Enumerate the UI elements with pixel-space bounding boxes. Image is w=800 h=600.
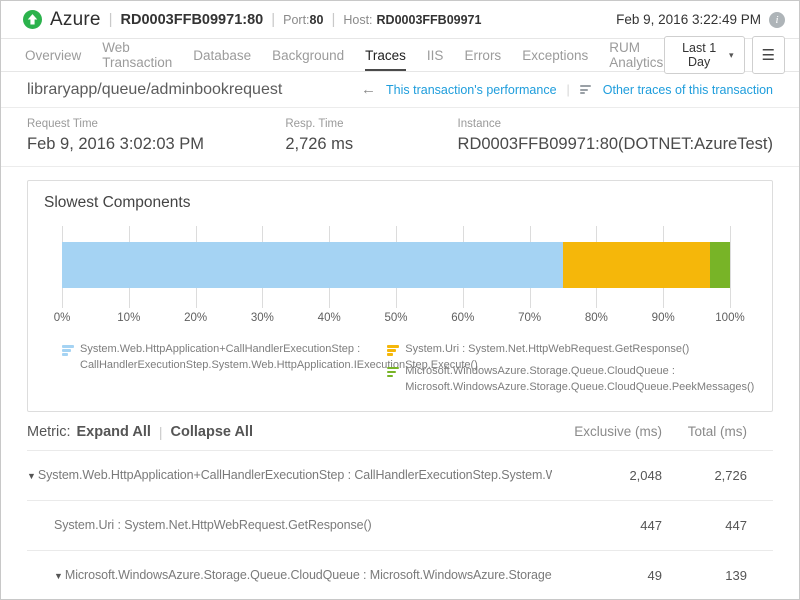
top-header: Azure | RD0003FFB09971:80 | Port: 80 | H… bbox=[1, 1, 799, 39]
legend-label: Microsoft.WindowsAzure.Storage.Queue.Clo… bbox=[405, 364, 754, 396]
x-axis: 0% 10% 20% 30% 40% 50% 60% 70% 80% 90% 1… bbox=[62, 312, 730, 330]
legend-label: System.Uri : System.Net.HttpWebRequest.G… bbox=[405, 342, 689, 358]
column-header-exclusive: Exclusive (ms) bbox=[552, 424, 662, 439]
separator: | bbox=[109, 11, 113, 28]
chart-title: Slowest Components bbox=[44, 194, 756, 212]
trace-list-icon bbox=[580, 85, 591, 94]
request-time-label: Request Time bbox=[27, 118, 285, 130]
host-value: RD0003FFB09971 bbox=[377, 13, 482, 27]
monitor-name: RD0003FFB09971:80 bbox=[121, 12, 264, 28]
instance-label: Instance bbox=[458, 118, 773, 130]
tab-rum-analytics[interactable]: RUM Analytics bbox=[609, 39, 664, 71]
collapse-row-icon[interactable]: ▼ bbox=[54, 571, 63, 581]
expand-all-button[interactable]: Expand All bbox=[77, 424, 151, 440]
separator: | bbox=[271, 11, 275, 28]
stacked-bar bbox=[62, 242, 730, 288]
table-row[interactable]: ▼ System.Web.HttpApplication+CallHandler… bbox=[27, 450, 773, 500]
separator: | bbox=[159, 424, 163, 440]
request-time-value: Feb 9, 2016 3:02:03 PM bbox=[27, 135, 285, 154]
x-tick: 30% bbox=[251, 312, 274, 324]
total-ms: 447 bbox=[662, 518, 773, 533]
tab-background[interactable]: Background bbox=[272, 39, 344, 71]
metric-name: Microsoft.WindowsAzure.Storage.Queue.Clo… bbox=[65, 568, 552, 582]
back-arrow-icon: ← bbox=[361, 81, 376, 98]
separator: | bbox=[567, 83, 570, 97]
x-tick: 20% bbox=[184, 312, 207, 324]
x-tick: 60% bbox=[451, 312, 474, 324]
table-row[interactable]: ▼ Microsoft.WindowsAzure.Storage.Queue.C… bbox=[27, 550, 773, 600]
exclusive-ms: 49 bbox=[552, 568, 662, 583]
series-swatch-icon bbox=[387, 367, 399, 378]
slowest-components-panel: Slowest Components 0% 10% 20% 30% 40 bbox=[27, 180, 773, 412]
trace-header: libraryapp/queue/adminbookrequest ← This… bbox=[1, 72, 799, 108]
total-ms: 2,726 bbox=[662, 468, 773, 483]
series-swatch-icon bbox=[62, 345, 74, 356]
tab-overview[interactable]: Overview bbox=[25, 39, 81, 71]
tab-exceptions[interactable]: Exceptions bbox=[522, 39, 588, 71]
response-time-label: Resp. Time bbox=[285, 118, 457, 130]
legend-item-execute: System.Web.HttpApplication+CallHandlerEx… bbox=[62, 342, 373, 374]
legend-item-peekmessages: Microsoft.WindowsAzure.Storage.Queue.Clo… bbox=[387, 364, 754, 396]
info-icon[interactable]: i bbox=[769, 12, 785, 28]
bar-segment-execute[interactable] bbox=[62, 242, 563, 288]
exclusive-ms: 447 bbox=[552, 518, 662, 533]
x-tick: 70% bbox=[518, 312, 541, 324]
tab-web-transaction[interactable]: Web Transaction bbox=[102, 39, 172, 71]
response-time-value: 2,726 ms bbox=[285, 135, 457, 154]
exclusive-ms: 2,048 bbox=[552, 468, 662, 483]
time-range-dropdown[interactable]: Last 1 Day ▾ bbox=[664, 36, 744, 74]
metric-table: Metric: Expand All | Collapse All Exclus… bbox=[1, 412, 799, 600]
gridline bbox=[730, 226, 731, 308]
transaction-performance-link[interactable]: This transaction's performance bbox=[386, 83, 557, 97]
tab-database[interactable]: Database bbox=[193, 39, 251, 71]
port-value: 80 bbox=[310, 13, 324, 27]
instance-value: RD0003FFB09971:80(DOTNET:AzureTest) bbox=[458, 135, 773, 154]
stacked-bar-chart bbox=[62, 226, 730, 308]
brand-logo-icon bbox=[23, 10, 42, 29]
x-tick: 90% bbox=[652, 312, 675, 324]
series-swatch-icon bbox=[387, 345, 399, 356]
hamburger-menu-button[interactable]: ☰ bbox=[752, 36, 785, 74]
x-tick: 40% bbox=[318, 312, 341, 324]
port-label: Port: bbox=[283, 13, 309, 27]
last-polled-timestamp: Feb 9, 2016 3:22:49 PM bbox=[616, 12, 761, 27]
x-tick: 0% bbox=[54, 312, 71, 324]
metric-name: System.Web.HttpApplication+CallHandlerEx… bbox=[38, 468, 552, 482]
metric-name: System.Uri : System.Net.HttpWebRequest.G… bbox=[54, 518, 372, 532]
collapse-row-icon[interactable]: ▼ bbox=[27, 471, 36, 481]
other-traces-link[interactable]: Other traces of this transaction bbox=[603, 83, 773, 97]
x-tick: 100% bbox=[715, 312, 744, 324]
metric-table-header: Metric: Expand All | Collapse All Exclus… bbox=[27, 412, 773, 450]
tab-list: Overview Web Transaction Database Backgr… bbox=[25, 39, 664, 71]
total-ms: 139 bbox=[662, 568, 773, 583]
nav-bar: Overview Web Transaction Database Backgr… bbox=[1, 39, 799, 72]
time-range-label: Last 1 Day bbox=[675, 41, 723, 69]
x-tick: 80% bbox=[585, 312, 608, 324]
chevron-down-icon: ▾ bbox=[729, 50, 734, 61]
column-header-total: Total (ms) bbox=[662, 424, 773, 439]
x-tick: 10% bbox=[117, 312, 140, 324]
bar-segment-getresponse[interactable] bbox=[563, 242, 710, 288]
host-label: Host: bbox=[343, 13, 372, 27]
separator: | bbox=[331, 11, 335, 28]
tab-traces[interactable]: Traces bbox=[365, 39, 406, 71]
table-row[interactable]: System.Uri : System.Net.HttpWebRequest.G… bbox=[27, 500, 773, 550]
bar-segment-peekmessages[interactable] bbox=[710, 242, 730, 288]
tab-errors[interactable]: Errors bbox=[464, 39, 501, 71]
app-name: Azure bbox=[50, 9, 101, 31]
tab-iis[interactable]: IIS bbox=[427, 39, 444, 71]
apm-trace-page: Azure | RD0003FFB09971:80 | Port: 80 | H… bbox=[0, 0, 800, 600]
transaction-name: libraryapp/queue/adminbookrequest bbox=[27, 81, 282, 99]
legend-item-getresponse: System.Uri : System.Net.HttpWebRequest.G… bbox=[387, 342, 754, 358]
metric-label: Metric: bbox=[27, 424, 71, 440]
trace-summary: Request Time Feb 9, 2016 3:02:03 PM Resp… bbox=[1, 108, 799, 167]
collapse-all-button[interactable]: Collapse All bbox=[171, 424, 253, 440]
chart-legend: System.Web.HttpApplication+CallHandlerEx… bbox=[44, 342, 756, 401]
x-tick: 50% bbox=[384, 312, 407, 324]
